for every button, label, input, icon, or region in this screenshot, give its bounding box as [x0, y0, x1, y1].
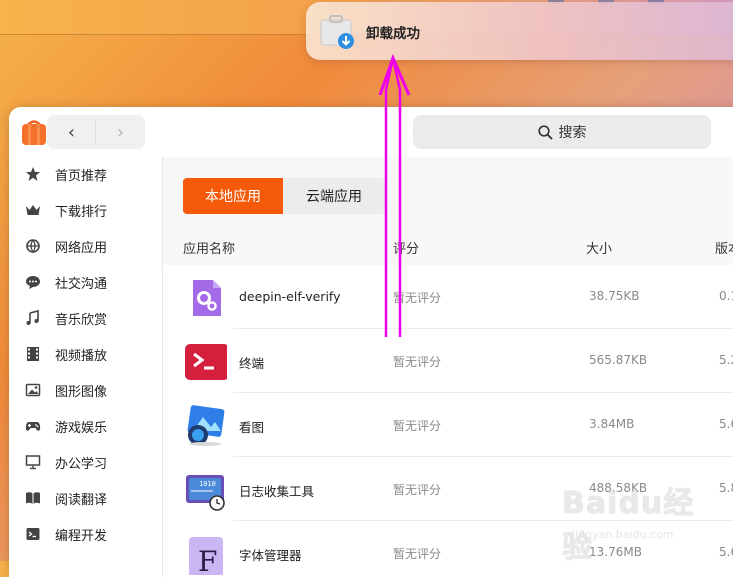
font-manager-icon: F: [189, 537, 223, 575]
terminal-icon: [26, 528, 40, 540]
sidebar-item-label: 图形图像: [55, 384, 108, 400]
image-icon: [25, 383, 41, 397]
tab-local-apps[interactable]: 本地应用: [183, 178, 283, 214]
chevron-left-icon: ‹: [67, 121, 76, 143]
search-placeholder: 搜索: [558, 125, 587, 141]
sidebar-item-games[interactable]: 游戏娱乐: [9, 408, 162, 444]
app-size: 565.87KB: [589, 353, 648, 367]
back-button[interactable]: ‹: [47, 115, 96, 149]
sidebar-item-label: 首页推荐: [55, 168, 108, 184]
sidebar-item-reading[interactable]: 阅读翻译: [9, 480, 162, 516]
forward-button[interactable]: ›: [96, 115, 145, 149]
terminal-app-icon: [185, 344, 227, 380]
app-version: 5.6: [719, 417, 733, 431]
sidebar-item-label: 编程开发: [55, 528, 108, 544]
search-input[interactable]: 搜索: [413, 115, 711, 149]
film-icon: [27, 347, 39, 361]
sidebar-item-ranking[interactable]: 下载排行: [9, 192, 162, 228]
column-header-rating[interactable]: 评分: [393, 238, 419, 257]
svg-text:1010: 1010: [199, 480, 216, 488]
table-row[interactable]: 终端 暂无评分 565.87KB 5.2: [163, 329, 733, 393]
watermark-logo: Baidu经验 jingyan.baidu.com: [562, 478, 722, 565]
column-header-version[interactable]: 版本: [715, 238, 733, 257]
package-uninstall-icon: [320, 15, 354, 49]
app-rating: 暂无评分: [393, 355, 442, 369]
sidebar-item-network[interactable]: 网络应用: [9, 228, 162, 264]
sidebar-item-graphics[interactable]: 图形图像: [9, 372, 162, 408]
table-row[interactable]: 看图 暂无评分 3.84MB 5.6: [163, 393, 733, 457]
globe-icon: [26, 239, 40, 254]
gamepad-icon: [25, 422, 41, 431]
presentation-icon: [25, 455, 41, 470]
app-size: 3.84MB: [589, 417, 635, 431]
sidebar-item-label: 音乐欣赏: [55, 312, 108, 328]
search-icon: [537, 124, 553, 140]
app-name: 日志收集工具: [239, 484, 315, 499]
app-name: 终端: [239, 356, 265, 371]
chevron-right-icon: ›: [116, 121, 125, 143]
tab-cloud-apps[interactable]: 云端应用: [283, 178, 385, 214]
image-viewer-icon: [187, 405, 225, 446]
app-name: 看图: [239, 420, 265, 435]
app-rating: 暂无评分: [393, 419, 442, 433]
table-row[interactable]: deepin-elf-verify 暂无评分 38.75KB 0.1: [163, 265, 733, 329]
sidebar-item-label: 游戏娱乐: [55, 420, 108, 436]
star-icon: [26, 167, 40, 181]
elf-verify-icon: [193, 280, 221, 316]
chat-icon: [26, 276, 40, 289]
crown-icon: [26, 205, 40, 215]
sidebar-item-music[interactable]: 音乐欣赏: [9, 300, 162, 336]
sidebar-item-social[interactable]: 社交沟通: [9, 264, 162, 300]
music-icon: [26, 310, 39, 325]
sidebar-item-label: 下载排行: [55, 204, 108, 220]
sidebar-item-label: 社交沟通: [55, 276, 108, 292]
app-version: 5.2: [719, 353, 733, 367]
app-version: 0.1: [719, 289, 733, 303]
book-icon: [26, 492, 40, 504]
notification-text: 卸载成功: [366, 26, 420, 42]
sidebar-item-label: 网络应用: [55, 240, 108, 256]
app-rating: 暂无评分: [393, 291, 442, 305]
sidebar-item-label: 视频播放: [55, 348, 108, 364]
sidebar: 首页推荐 下载排行 网络应用 社交沟通 音乐欣赏 视频播放 图形图像 游戏娱乐: [9, 157, 163, 577]
sidebar-item-label: 阅读翻译: [55, 492, 108, 508]
app-name: 字体管理器: [239, 548, 302, 563]
log-viewer-icon: 1010: [186, 475, 225, 511]
column-header-name[interactable]: 应用名称: [183, 238, 235, 257]
sidebar-item-home[interactable]: 首页推荐: [9, 156, 162, 192]
app-rating: 暂无评分: [393, 483, 442, 497]
app-store-logo-icon: [22, 120, 46, 145]
app-name: deepin-elf-verify: [239, 289, 341, 304]
column-header-size[interactable]: 大小: [586, 238, 612, 257]
svg-text:F: F: [198, 545, 217, 575]
app-rating: 暂无评分: [393, 547, 442, 561]
sidebar-item-label: 办公学习: [55, 456, 108, 472]
navigation-buttons: ‹ ›: [47, 115, 145, 149]
sidebar-item-office[interactable]: 办公学习: [9, 444, 162, 480]
app-size: 38.75KB: [589, 289, 640, 303]
notification-toast[interactable]: 卸载成功: [306, 2, 733, 60]
titlebar: ‹ › 搜索: [9, 107, 733, 157]
watermark-subtext: jingyan.baidu.com: [572, 528, 674, 541]
sidebar-item-video[interactable]: 视频播放: [9, 336, 162, 372]
watermark-text: Baidu经验: [562, 486, 695, 565]
sidebar-item-development[interactable]: 编程开发: [9, 516, 162, 552]
